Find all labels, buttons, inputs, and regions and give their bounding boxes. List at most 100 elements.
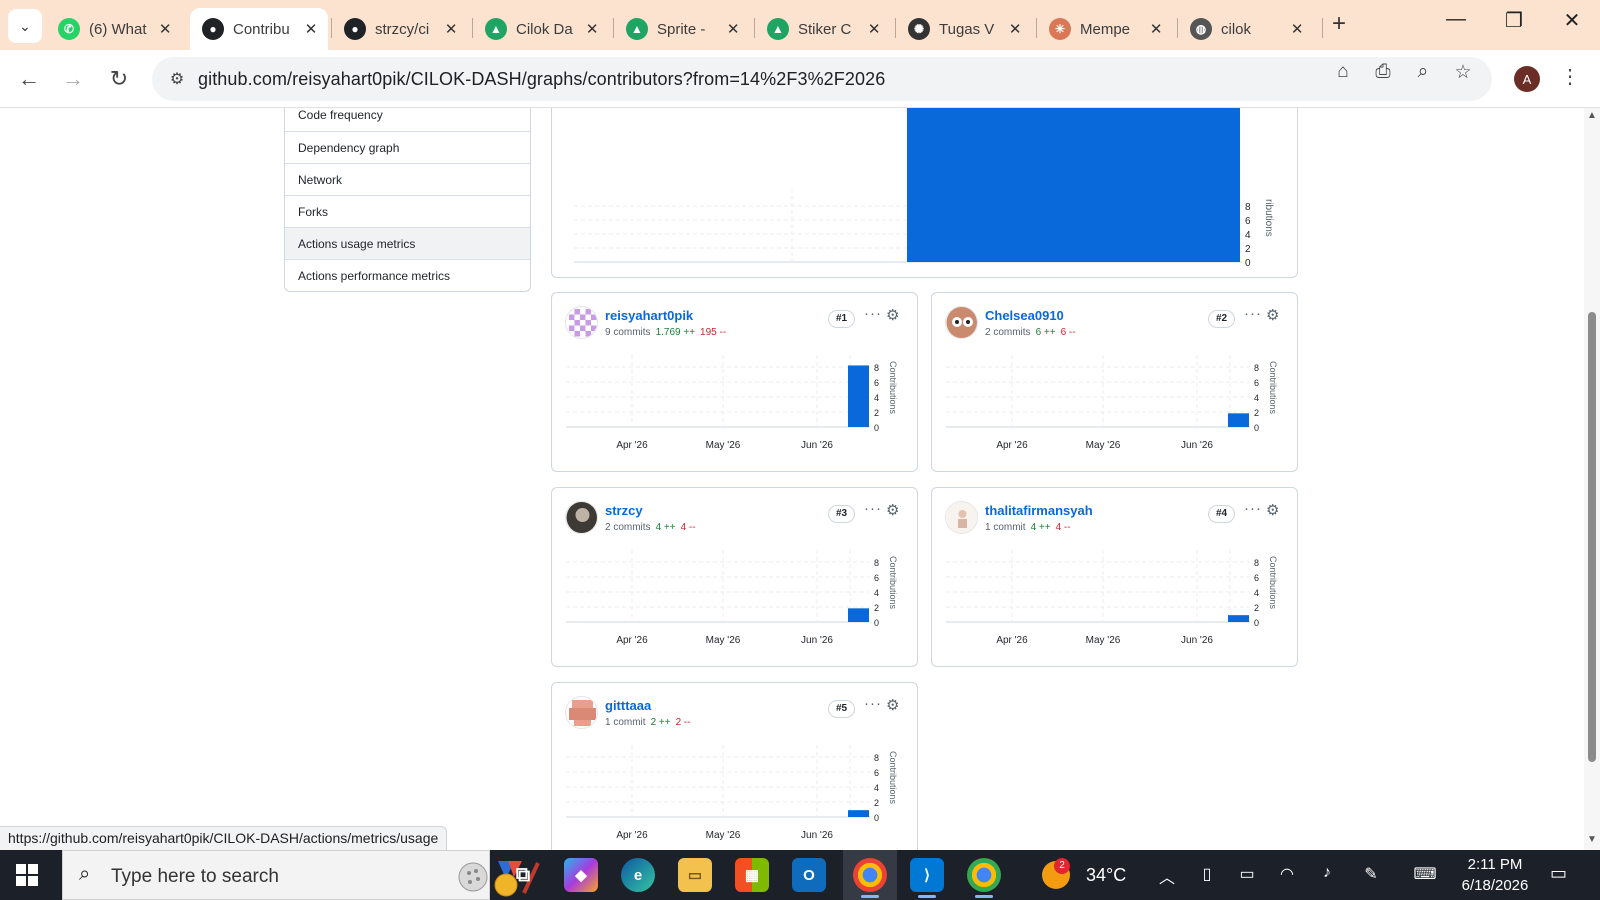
- contributor-username-link[interactable]: reisyahart0pik: [605, 308, 693, 323]
- wifi-icon[interactable]: ◠: [1274, 864, 1300, 884]
- avatar[interactable]: [565, 306, 598, 339]
- sidebar-item-actions-usage-metrics[interactable]: Actions usage metrics: [285, 227, 530, 259]
- vscode-icon[interactable]: ⟩: [910, 858, 944, 898]
- address-url[interactable]: github.com/reisyahart0pik/CILOK-DASH/gra…: [198, 69, 885, 90]
- tab-close-icon[interactable]: ✕: [304, 20, 318, 38]
- browser-tab[interactable]: ● Contribu ✕: [190, 8, 328, 50]
- gear-icon[interactable]: ⚙: [886, 696, 899, 714]
- bookmark-star-icon[interactable]: ☆: [1450, 61, 1476, 84]
- tab-search-chevron-icon[interactable]: ⌄: [8, 9, 42, 43]
- commit-count-link[interactable]: 9 commits: [605, 327, 651, 338]
- battery-icon[interactable]: ▭: [1234, 864, 1260, 884]
- site-info-icon[interactable]: ⚙: [162, 64, 192, 94]
- scroll-up-arrow-icon[interactable]: ▲: [1587, 110, 1597, 121]
- browser-tab[interactable]: ▲ Sprite - ✕: [614, 8, 750, 50]
- browser-tab[interactable]: ✳ Mempe ✕: [1037, 8, 1173, 50]
- tab-close-icon[interactable]: ✕: [1008, 20, 1022, 38]
- browser-tab[interactable]: ▲ Stiker C ✕: [755, 8, 891, 50]
- tab-close-icon[interactable]: ✕: [1290, 20, 1304, 38]
- notification-center-icon[interactable]: ▭: [1550, 863, 1567, 884]
- more-options-icon[interactable]: ···: [864, 305, 882, 322]
- browser-menu-icon[interactable]: ⋮: [1560, 64, 1580, 89]
- page-scrollbar[interactable]: ▲ ▼: [1584, 108, 1600, 850]
- keyboard-icon[interactable]: ⌨: [1408, 864, 1442, 884]
- start-windows-icon[interactable]: [16, 864, 38, 886]
- commit-count-link[interactable]: 1 commit: [605, 717, 646, 728]
- avatar[interactable]: [565, 696, 598, 729]
- restore-button[interactable]: ❐: [1494, 8, 1534, 33]
- identicon-cell: [580, 314, 586, 320]
- task-view-icon[interactable]: ⧉: [506, 858, 540, 892]
- browser-tab[interactable]: ✺ Tugas V ✕: [896, 8, 1032, 50]
- gear-icon[interactable]: ⚙: [886, 501, 899, 519]
- tab-close-icon[interactable]: ✕: [585, 20, 599, 38]
- taskbar-search-box[interactable]: ⌕ Type here to search: [62, 850, 540, 900]
- tab-close-icon[interactable]: ✕: [1149, 20, 1163, 38]
- sidebar-item-dependency-graph[interactable]: Dependency graph: [285, 131, 530, 163]
- more-options-icon[interactable]: ···: [864, 500, 882, 517]
- back-button[interactable]: ←: [14, 64, 44, 94]
- volume-icon[interactable]: ♪: [1314, 864, 1340, 882]
- clock-date[interactable]: 6/18/2026: [1455, 877, 1535, 894]
- weather-temperature[interactable]: 34°C: [1086, 865, 1126, 886]
- avatar[interactable]: [945, 501, 978, 534]
- browser-tab[interactable]: ◍ cilok ✕: [1178, 8, 1314, 50]
- google-drive-icon: ▲: [626, 18, 648, 40]
- avatar[interactable]: [565, 501, 598, 534]
- outlook-icon[interactable]: O: [792, 858, 826, 892]
- gear-icon[interactable]: ⚙: [886, 306, 899, 324]
- new-tab-button[interactable]: +: [1332, 10, 1346, 38]
- gear-icon[interactable]: ⚙: [1266, 501, 1279, 519]
- browser-tab[interactable]: ▲ Cilok Da ✕: [473, 8, 609, 50]
- sidebar-item-forks[interactable]: Forks: [285, 195, 530, 227]
- contribution-bar: [1228, 615, 1249, 622]
- commit-count-link[interactable]: 1 commit: [985, 522, 1026, 533]
- avatar[interactable]: [945, 306, 978, 339]
- profile-avatar[interactable]: A: [1514, 66, 1540, 92]
- commit-count-link[interactable]: 2 commits: [985, 327, 1031, 338]
- tab-close-icon[interactable]: ✕: [158, 20, 172, 38]
- tab-close-icon[interactable]: ✕: [726, 20, 740, 38]
- sidebar-item-actions-performance-metrics[interactable]: Actions performance metrics: [285, 259, 530, 291]
- contributor-username-link[interactable]: Chelsea0910: [985, 308, 1064, 323]
- zoom-icon[interactable]: ⌕: [1410, 61, 1436, 83]
- forward-button[interactable]: →: [58, 64, 88, 94]
- more-options-icon[interactable]: ···: [1244, 500, 1262, 517]
- github-icon: ●: [344, 18, 366, 40]
- reload-button[interactable]: ↻: [104, 64, 134, 94]
- microsoft-store-icon[interactable]: ▦: [735, 858, 769, 892]
- close-window-button[interactable]: ✕: [1552, 8, 1592, 33]
- scroll-down-arrow-icon[interactable]: ▼: [1587, 834, 1597, 845]
- contributor-username-link[interactable]: strzcy: [605, 503, 643, 518]
- contributor-username-link[interactable]: gitttaaa: [605, 698, 651, 713]
- insights-sidebar: Code frequency Dependency graph Network For…: [284, 108, 531, 292]
- gear-icon[interactable]: ⚙: [1266, 306, 1279, 324]
- sidebar-item-code-frequency[interactable]: Code frequency: [285, 108, 530, 131]
- show-hidden-icons-chevron-icon[interactable]: ︿: [1154, 864, 1180, 888]
- install-app-icon[interactable]: ⎙: [1370, 61, 1396, 83]
- scroll-thumb[interactable]: [1588, 312, 1596, 762]
- chrome-profile-b-icon[interactable]: [967, 858, 1001, 898]
- clock-time[interactable]: 2:11 PM: [1455, 856, 1535, 873]
- copilot-icon[interactable]: ◆: [564, 858, 598, 892]
- pen-icon[interactable]: ✎: [1358, 864, 1384, 884]
- more-options-icon[interactable]: ···: [864, 695, 882, 712]
- browser-tab[interactable]: ● strzcy/ci ✕: [332, 8, 468, 50]
- contributor-username-link[interactable]: thalitafirmansyah: [985, 503, 1093, 518]
- device-icon[interactable]: ▯: [1194, 864, 1220, 884]
- overview-y-tick: 4: [1245, 230, 1251, 241]
- translate-icon[interactable]: ⌂: [1330, 61, 1356, 83]
- browser-tab[interactable]: ✆ (6) What ✕: [46, 8, 182, 50]
- tab-close-icon[interactable]: ✕: [444, 20, 458, 38]
- more-options-icon[interactable]: ···: [1244, 305, 1262, 322]
- file-explorer-icon[interactable]: ▭: [678, 858, 712, 892]
- address-bar[interactable]: ⚙ github.com/reisyahart0pik/CILOK-DASH/g…: [152, 57, 1492, 101]
- tab-close-icon[interactable]: ✕: [867, 20, 881, 38]
- commit-count-link[interactable]: 2 commits: [605, 522, 651, 533]
- chart-x-tick: May '26: [706, 440, 741, 451]
- contribution-bar: [848, 810, 869, 817]
- edge-icon[interactable]: e: [621, 858, 655, 892]
- sidebar-item-network[interactable]: Network: [285, 163, 530, 195]
- chrome-profile-a-icon[interactable]: [853, 858, 887, 898]
- minimize-button[interactable]: —: [1436, 8, 1476, 31]
